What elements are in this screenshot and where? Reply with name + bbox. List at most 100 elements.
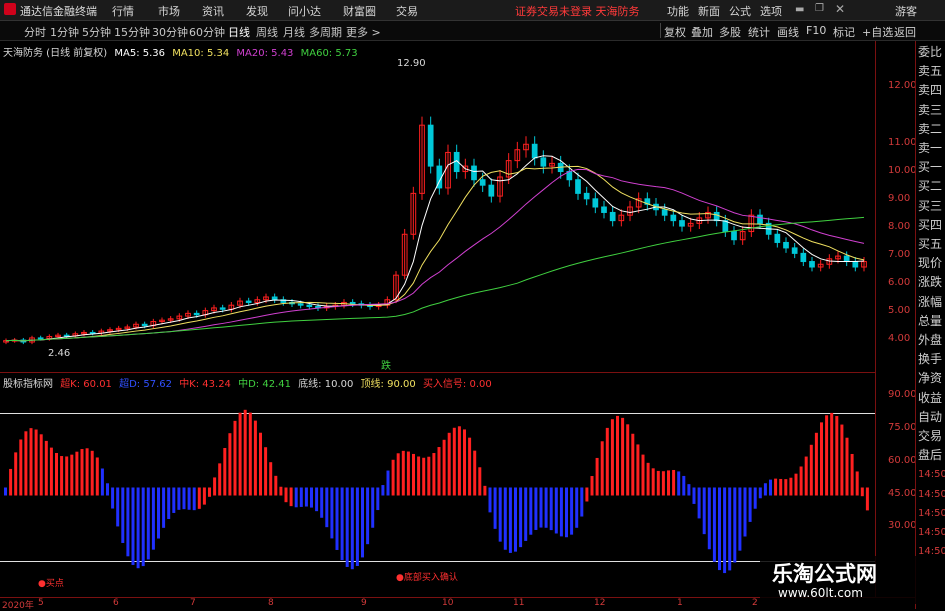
period-5min[interactable]: 5分钟 (82, 24, 111, 40)
indicator-bar (850, 453, 854, 496)
tool-draw[interactable]: 画线 (777, 24, 799, 40)
indicator-bar (396, 453, 400, 496)
close-icon[interactable]: ✕ (835, 2, 845, 16)
side-panel-item[interactable]: 净资 (918, 371, 942, 387)
side-panel-item[interactable]: 卖四 (918, 83, 942, 99)
tool-back[interactable]: 返回 (894, 24, 916, 40)
menu-functions[interactable]: 功能 (667, 3, 689, 19)
menu-options[interactable]: 选项 (760, 3, 782, 19)
indicator-bar (590, 476, 594, 496)
login-alert[interactable]: 证券交易未登录 天海防务 (515, 3, 640, 19)
menu-new-page[interactable]: 新面 (698, 3, 720, 19)
indicator-bar (559, 487, 563, 537)
tool-rights[interactable]: 复权 (664, 24, 686, 40)
price-chart[interactable]: 天海防务 (日线 前复权) MA5: 5.36 MA10: 5.34 MA20:… (0, 41, 875, 372)
tool-multi-stock[interactable]: 多股 (719, 24, 741, 40)
indicator-bar (274, 475, 278, 496)
indicator-bar (738, 487, 742, 551)
side-panel-item[interactable]: 买一 (918, 160, 942, 176)
period-monthly[interactable]: 月线 (283, 24, 305, 40)
indicator-bar (279, 486, 283, 496)
side-panel-item[interactable]: 买五 (918, 237, 942, 253)
candlestick-plot (3, 116, 867, 345)
side-panel-item[interactable]: 收益 (918, 391, 942, 407)
minimize-icon[interactable]: ▬ (795, 4, 804, 15)
indicator-bar (233, 420, 237, 496)
indicator-bar (616, 415, 619, 496)
side-panel-item[interactable]: 总量 (918, 314, 942, 330)
side-panel-item[interactable]: 买三 (918, 199, 942, 215)
side-panel-item[interactable]: 交易 (918, 429, 942, 445)
restore-icon[interactable]: ❐ (815, 3, 824, 14)
tool-add-watchlist[interactable]: +自选 (862, 24, 893, 40)
period-1min[interactable]: 1分钟 (50, 24, 79, 40)
price-tick: 11.00 (888, 137, 917, 148)
period-60min[interactable]: 60分钟 (189, 24, 225, 40)
menu-news[interactable]: 资讯 (202, 3, 224, 19)
side-panel-item[interactable]: 换手 (918, 352, 942, 368)
side-panel-item[interactable]: 委比 (918, 45, 942, 61)
tool-mark[interactable]: 标记 (833, 24, 855, 40)
menu-formula[interactable]: 公式 (729, 3, 751, 19)
indicator-bar (442, 439, 446, 496)
indicator-bar (371, 487, 375, 528)
menu-ask[interactable]: 问小达 (288, 3, 321, 19)
indicator-bar (34, 429, 38, 496)
tool-stats[interactable]: 统计 (748, 24, 770, 40)
tool-f10[interactable]: F10 (806, 24, 826, 37)
period-30min[interactable]: 30分钟 (152, 24, 188, 40)
indicator-bar (55, 452, 58, 496)
indicator-bar (29, 428, 33, 496)
side-panel-item[interactable]: 涨幅 (918, 295, 942, 311)
side-panel-item[interactable]: 外盘 (918, 333, 942, 349)
period-weekly[interactable]: 周线 (256, 24, 278, 40)
menu-market-quotes[interactable]: 行情 (112, 3, 134, 19)
indicator-bar (151, 487, 155, 550)
side-panel-item[interactable]: 14:50 (918, 487, 945, 503)
side-panel-item[interactable]: 卖三 (918, 103, 942, 119)
indicator-bar (840, 424, 844, 496)
price-tick: 6.00 (888, 277, 911, 288)
indicator-bar (488, 487, 492, 513)
indicator-bar (218, 463, 222, 496)
tool-overlay[interactable]: 叠加 (691, 24, 713, 40)
menu-discover[interactable]: 发现 (246, 3, 268, 19)
menu-trade[interactable]: 交易 (396, 3, 418, 19)
side-panel-item[interactable]: 自动 (918, 410, 942, 426)
side-panel-item[interactable]: 买二 (918, 179, 942, 195)
menu-wealth[interactable]: 财富圈 (343, 3, 376, 19)
period-multi[interactable]: 多周期 (309, 24, 342, 40)
price-tick: 8.00 (888, 221, 911, 232)
side-panel-item[interactable]: 14:50 (918, 506, 945, 522)
indicator-bar (483, 485, 487, 496)
indicator-bar (575, 487, 579, 528)
period-daily[interactable]: 日线 (228, 24, 250, 40)
side-panel-item[interactable]: 涨跌 (918, 275, 942, 291)
indicator-bar (4, 487, 7, 496)
period-intraday[interactable]: 分时 (24, 24, 46, 40)
price-tick: 5.00 (888, 305, 911, 316)
indicator-chart[interactable]: 股标指标网 超K: 60.01 超D: 57.62 中K: 43.24 中D: … (0, 372, 875, 598)
menu-markets[interactable]: 市场 (158, 3, 180, 19)
indicator-bar (361, 487, 364, 558)
period-15min[interactable]: 15分钟 (114, 24, 150, 40)
side-panel-item[interactable]: 14:50 (918, 467, 945, 483)
indicator-bar (580, 487, 584, 517)
side-panel-item[interactable]: 现价 (918, 256, 942, 272)
side-panel-item[interactable]: 卖一 (918, 141, 942, 157)
side-panel-item[interactable]: 买四 (918, 218, 942, 234)
side-panel-item[interactable]: 卖五 (918, 64, 942, 80)
period-more[interactable]: 更多 > (346, 24, 381, 40)
side-panel-item[interactable]: 卖二 (918, 122, 942, 138)
indicator-bar (376, 487, 380, 511)
indicator-bar (136, 487, 140, 569)
guest-login[interactable]: 游客 (895, 3, 917, 19)
side-panel-item[interactable]: 14:50 (918, 525, 945, 541)
side-panel-item[interactable]: 14:50 (918, 544, 945, 560)
indicator-bar (554, 487, 558, 534)
indicator-bar (519, 487, 523, 548)
candle-body (37, 337, 44, 340)
side-panel-item[interactable]: 盘后 (918, 448, 942, 464)
price-tick: 10.00 (888, 165, 917, 176)
indicator-bar (860, 487, 864, 497)
